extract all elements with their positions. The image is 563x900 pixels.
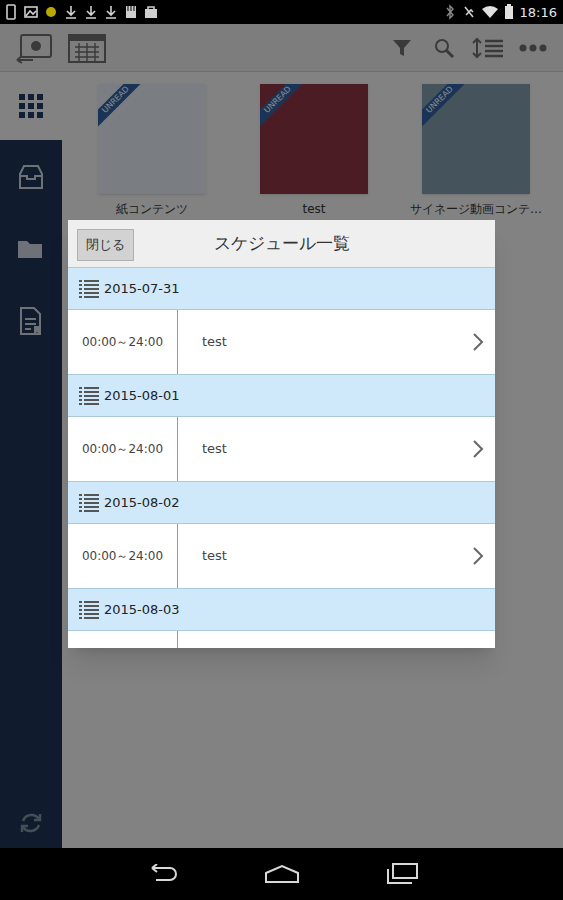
back-icon[interactable] (142, 864, 182, 884)
bag-icon (144, 5, 158, 19)
schedule-dialog: 閉じるスケジュール一覧2015-07-3100:00～24:00test2015… (68, 220, 495, 648)
time-cell: 00:00～24:00 (68, 310, 178, 374)
home-icon[interactable] (262, 864, 302, 884)
schedule-date: 2015-07-31 (104, 279, 180, 299)
download-icon (64, 5, 78, 19)
date-header: 2015-08-01 (68, 375, 495, 417)
time-cell: 00:00～24:00 (68, 524, 178, 588)
schedule-row[interactable]: 00:00～24:00 test (68, 524, 495, 589)
date-header: 2015-08-02 (68, 482, 495, 524)
status-time: 18:16 (520, 6, 559, 19)
date-header: 2015-07-31 (68, 268, 495, 310)
chevron-right-icon (471, 546, 495, 566)
bluetooth-icon (444, 4, 456, 20)
schedule-row[interactable]: 00:00～24:00 test (68, 310, 495, 375)
schedule-list: 2015-07-31 00:00～24:00 test 2015-08-01 00:00… (68, 268, 495, 648)
schedule-title: test (178, 546, 471, 566)
schedule-time: 00:00～24:00 (82, 440, 163, 458)
dialog-title: スケジュール一覧 (214, 231, 350, 257)
list-filler (68, 631, 495, 648)
schedule-date: 2015-08-01 (104, 386, 180, 406)
list-icon (78, 600, 100, 620)
schedule-time: 00:00～24:00 (82, 333, 163, 351)
storage-icon (124, 5, 138, 19)
close-button[interactable]: 閉じる (77, 229, 134, 261)
list-icon (78, 279, 100, 299)
battery-icon (504, 4, 514, 20)
schedule-date: 2015-08-02 (104, 493, 180, 513)
app-icon (44, 6, 58, 18)
recents-icon[interactable] (382, 863, 422, 885)
mute-icon (462, 4, 476, 20)
phone-icon (4, 4, 18, 20)
date-header: 2015-08-03 (68, 589, 495, 631)
navigation-bar (0, 848, 563, 900)
download-icon (104, 5, 118, 19)
time-column-filler (68, 631, 178, 648)
wifi-icon (482, 5, 498, 19)
schedule-date: 2015-08-03 (104, 600, 180, 620)
schedule-title: test (178, 439, 471, 459)
time-cell: 00:00～24:00 (68, 417, 178, 481)
list-icon (78, 386, 100, 406)
download-icon (84, 5, 98, 19)
status-bar: 18:16 (0, 0, 563, 24)
app-area: UNREAD紙コンテンツUNREADtestUNREADサイネージ動画コンテ…閉… (0, 24, 563, 848)
chevron-right-icon (471, 439, 495, 459)
schedule-row[interactable]: 00:00～24:00 test (68, 417, 495, 482)
list-icon (78, 493, 100, 513)
chevron-right-icon (471, 332, 495, 352)
image-icon (24, 5, 38, 19)
dialog-header: 閉じる スケジュール一覧 (68, 220, 495, 268)
schedule-title: test (178, 332, 471, 352)
schedule-time: 00:00～24:00 (82, 547, 163, 565)
